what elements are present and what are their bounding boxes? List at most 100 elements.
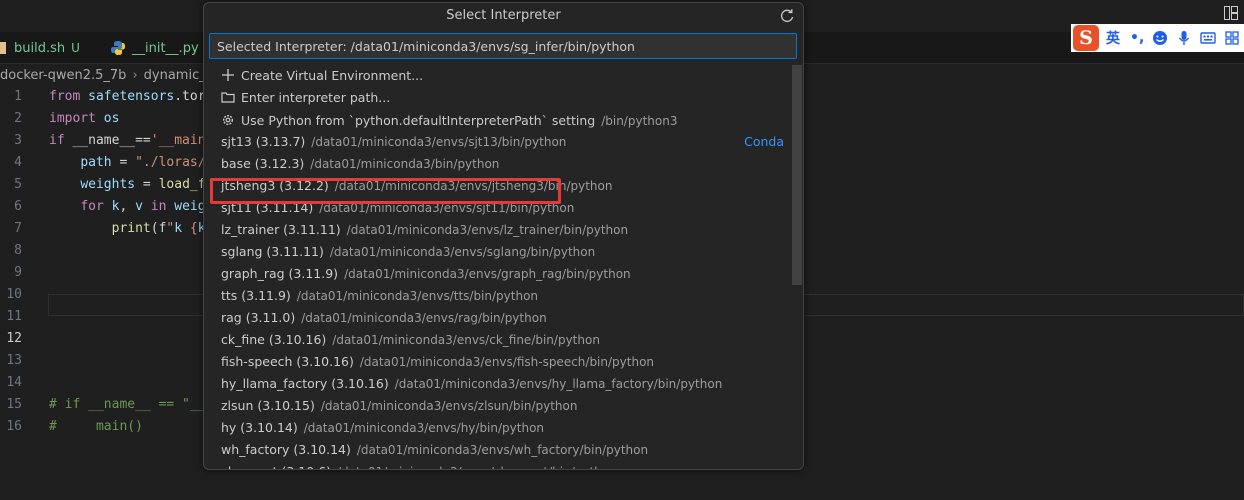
interpreter-path: /data01/miniconda3/envs/sglang/bin/pytho… [329, 245, 596, 259]
line-number: 3 [14, 133, 22, 148]
interpreter-label: zlsun (3.10.15) [221, 398, 315, 413]
quick-pick-action[interactable]: Use Python from `python.defaultInterpret… [204, 110, 792, 132]
folder-icon [221, 92, 235, 103]
action-label: Create Virtual Environment... [241, 68, 424, 83]
line-number: 5 [14, 177, 22, 192]
interpreter-path: /data01/miniconda3/envs/wh_factory/bin/p… [356, 443, 649, 457]
interpreter-label: rag (3.11.0) [221, 310, 296, 325]
line-number: 1 [14, 89, 22, 104]
interpreter-path: /data01/miniconda3/envs/sjt13/bin/python [311, 135, 567, 149]
quick-pick-action[interactable]: Create Virtual Environment... [204, 65, 792, 87]
interpreter-item[interactable]: ck_agent (3.10.6) /data01/miniconda3/envs… [204, 461, 792, 469]
interpreter-item[interactable]: ck_fine (3.10.16) /data01/miniconda3/envs… [204, 329, 792, 351]
code-text: weights = load_f [80, 177, 206, 192]
line-number: 8 [14, 243, 22, 258]
code-text: for k, v in weig [80, 199, 206, 214]
interpreter-path: /data01/miniconda3/envs/ck_agent/bin/pyt… [337, 465, 617, 469]
interpreter-label: hy_llama_factory (3.10.16) [221, 376, 389, 391]
interpreter-path: /data01/miniconda3/envs/hy/bin/python [303, 421, 545, 435]
line-number: 13 [6, 353, 22, 368]
interpreter-path: /data01/miniconda3/envs/rag/bin/python [301, 311, 547, 325]
interpreter-search-input[interactable] [209, 33, 797, 59]
line-number: 6 [14, 199, 22, 214]
interpreter-path: /data01/miniconda3/bin/python [310, 157, 500, 171]
ime-logo[interactable]: S [1073, 25, 1099, 51]
action-label: Use Python from `python.defaultInterpret… [241, 112, 596, 128]
interpreter-item[interactable]: sjt11 (3.11.14) /data01/miniconda3/envs/s… [204, 197, 792, 219]
interpreter-path: /data01/miniconda3/envs/tts/bin/python [296, 289, 539, 303]
ime-toolbar: S 英 •, [1071, 24, 1244, 52]
ime-language-toggle[interactable]: 英 [1106, 28, 1120, 48]
line-number: 16 [6, 419, 22, 434]
interpreter-path: /data01/miniconda3/envs/sjt11/bin/python [319, 201, 575, 215]
line-number: 9 [14, 265, 22, 280]
interpreter-label: sglang (3.11.11) [221, 244, 324, 259]
interpreter-path: /data01/miniconda3/envs/fish-speech/bin/… [359, 355, 655, 369]
interpreter-item[interactable]: fish-speech (3.10.16) /data01/miniconda3/… [204, 351, 792, 373]
line-number: 12 [6, 331, 22, 346]
interpreter-item[interactable]: zlsun (3.10.15) /data01/miniconda3/envs/z… [204, 395, 792, 417]
code-text: # main() [49, 419, 143, 434]
interpreter-item[interactable]: hy (3.10.14) /data01/miniconda3/envs/hy/b… [204, 417, 792, 439]
line-number: 7 [14, 221, 22, 236]
interpreter-path: /data01/miniconda3/envs/ck_fine/bin/pyth… [332, 333, 600, 347]
tab-label: build.sh [14, 40, 66, 56]
git-status-badge: U [71, 41, 80, 55]
code-text: path = "./loras/ [80, 155, 206, 170]
code-text: from safetensors.tor [49, 89, 206, 104]
interpreter-item[interactable]: graph_rag (3.11.9) /data01/miniconda3/env… [204, 263, 792, 285]
list-scrollbar[interactable] [792, 65, 802, 285]
tab-build-sh[interactable]: build.sh U [0, 32, 100, 64]
interpreter-item[interactable]: wh_factory (3.10.14) /data01/miniconda3/e… [204, 439, 792, 461]
interpreter-label: lz_trainer (3.11.11) [221, 222, 341, 237]
shell-file-icon [0, 42, 6, 54]
interpreter-label: ck_fine (3.10.16) [221, 332, 327, 347]
interpreter-item[interactable]: sjt13 (3.13.7) /data01/miniconda3/envs/sj… [204, 131, 792, 153]
interpreter-item[interactable]: hy_llama_factory (3.10.16) /data01/minico… [204, 373, 792, 395]
breadcrumb-item[interactable]: docker-qwen2.5_7b [0, 68, 126, 83]
interpreter-label: fish-speech (3.10.16) [221, 354, 354, 369]
code-text: if __name__=='__main [49, 133, 206, 148]
code-text: print(f"k {k [111, 221, 206, 236]
emoji-icon[interactable] [1152, 30, 1168, 46]
keyboard-icon[interactable] [1200, 30, 1216, 46]
python-file-icon [111, 41, 125, 55]
interpreter-path: /data01/miniconda3/envs/graph_rag/bin/py… [344, 267, 631, 281]
interpreter-label: hy (3.10.14) [221, 420, 298, 435]
interpreter-path: /data01/miniconda3/envs/zlsun/bin/python [320, 399, 578, 413]
breadcrumb: docker-qwen2.5_7b › dynamic_lora [0, 64, 231, 86]
interpreter-path: /data01/miniconda3/envs/jtsheng3/bin/pyt… [334, 179, 613, 193]
interpreter-item[interactable]: rag (3.11.0) /data01/miniconda3/envs/rag/… [204, 307, 792, 329]
interpreter-label: sjt13 (3.13.7) [221, 134, 306, 149]
interpreter-label: ck_agent (3.10.6) [221, 464, 331, 469]
ime-punctuation-toggle[interactable]: •, [1130, 30, 1144, 46]
interpreter-item[interactable]: base (3.12.3) /data01/miniconda3/bin/pyth… [204, 153, 792, 175]
grid-menu-icon[interactable] [1224, 30, 1240, 46]
microphone-icon[interactable] [1176, 30, 1192, 46]
interpreter-path: /data01/miniconda3/envs/hy_llama_factory… [394, 377, 723, 391]
gear-icon [222, 114, 234, 125]
quick-pick-title: Select Interpreter [446, 8, 561, 23]
interpreter-item[interactable]: jtsheng3 (3.12.2) /data01/miniconda3/envs… [204, 175, 792, 197]
interpreter-item[interactable]: tts (3.11.9) /data01/miniconda3/envs/tts/… [204, 285, 792, 307]
layout-icon[interactable] [1224, 6, 1238, 20]
interpreter-item[interactable]: sglang (3.11.11) /data01/miniconda3/envs/… [204, 241, 792, 263]
interpreter-list: Create Virtual Environment... Enter inter… [204, 64, 792, 469]
env-type-tag: Conda [744, 134, 784, 149]
chevron-right-icon: › [132, 67, 138, 83]
plus-icon [222, 69, 234, 81]
interpreter-label: jtsheng3 (3.12.2) [221, 178, 329, 193]
interpreter-label: sjt11 (3.11.14) [221, 200, 314, 215]
interpreter-label: wh_factory (3.10.14) [221, 442, 351, 457]
refresh-icon[interactable] [779, 8, 795, 24]
line-number: 15 [6, 397, 22, 412]
quick-pick-action[interactable]: Enter interpreter path... [204, 87, 792, 109]
line-number: 4 [14, 155, 22, 170]
select-interpreter-quick-pick: Select Interpreter Create Virtual Enviro… [203, 2, 804, 470]
interpreter-item[interactable]: lz_trainer (3.11.11) /data01/miniconda3/e… [204, 219, 792, 241]
interpreter-label: graph_rag (3.11.9) [221, 266, 339, 281]
action-label: Enter interpreter path... [241, 90, 391, 106]
action-description: /bin/python3 [601, 113, 678, 128]
tab-label: __init__.py [132, 40, 199, 56]
interpreter-path: /data01/miniconda3/envs/lz_trainer/bin/p… [346, 223, 629, 237]
